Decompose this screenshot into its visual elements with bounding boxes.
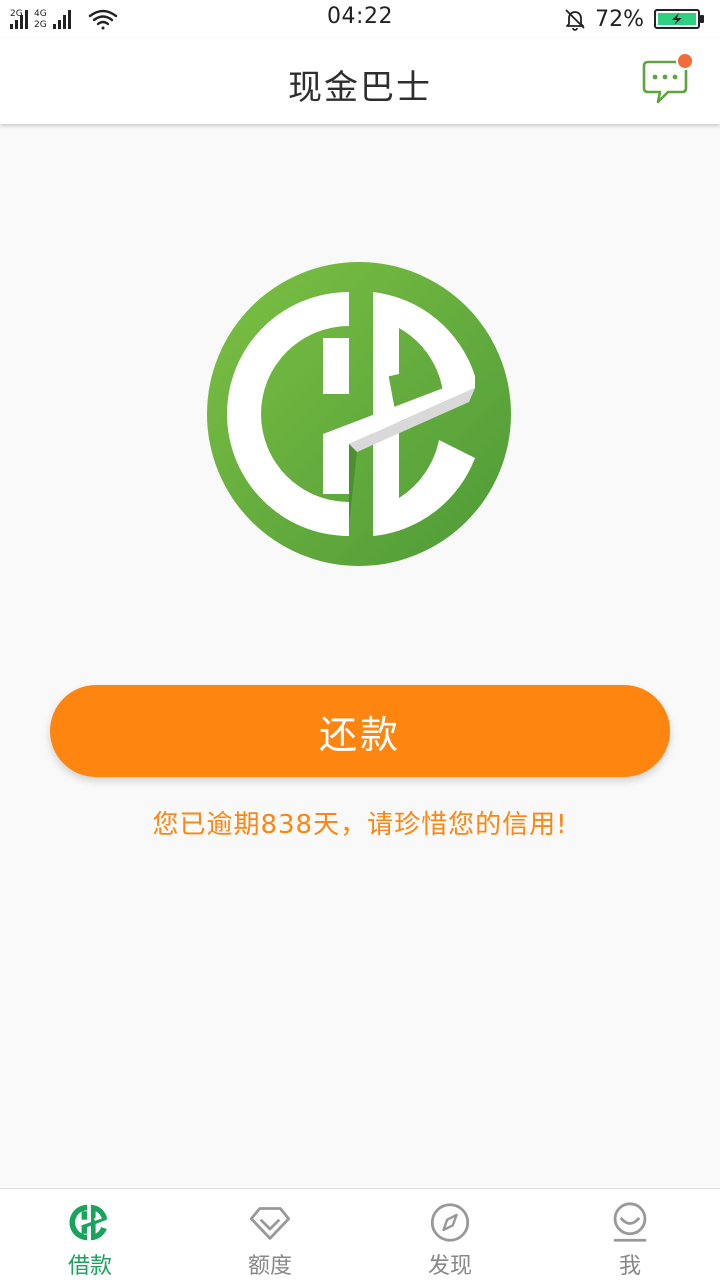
tab-label: 额度	[247, 1254, 292, 1279]
unread-badge	[676, 52, 694, 70]
tab-label: 发现	[427, 1254, 472, 1279]
overdue-notice: 您已逾期838天，请珍惜您的信用!	[152, 810, 568, 840]
repay-button[interactable]: 还款	[50, 685, 670, 777]
smiley-user-icon	[613, 1202, 647, 1242]
tab-me[interactable]: 我	[540, 1189, 720, 1280]
bell-muted-icon	[565, 9, 585, 31]
page-title: 现金巴士	[288, 68, 432, 108]
cash-bus-logo	[207, 262, 511, 566]
battery-charging-icon	[654, 9, 704, 29]
status-right: 72%	[563, 5, 706, 33]
status-bar: 2G 4G 2G 04:22 72%	[0, 0, 720, 38]
tab-bar: 借款 额度 发现 我	[0, 1188, 720, 1280]
messages-button[interactable]	[638, 52, 694, 108]
cash-bus-logo-icon	[69, 1204, 107, 1241]
app-logo	[207, 262, 511, 566]
compass-icon	[430, 1203, 470, 1242]
diamond-icon	[249, 1207, 291, 1240]
tab-discover[interactable]: 发现	[360, 1189, 540, 1280]
tab-credit-limit[interactable]: 额度	[180, 1189, 360, 1280]
tab-loan[interactable]: 借款	[0, 1189, 180, 1280]
tab-label: 借款	[67, 1254, 112, 1279]
battery-percent: 72%	[595, 6, 644, 32]
tab-label: 我	[618, 1254, 641, 1279]
nav-bar: 现金巴士	[0, 38, 720, 124]
